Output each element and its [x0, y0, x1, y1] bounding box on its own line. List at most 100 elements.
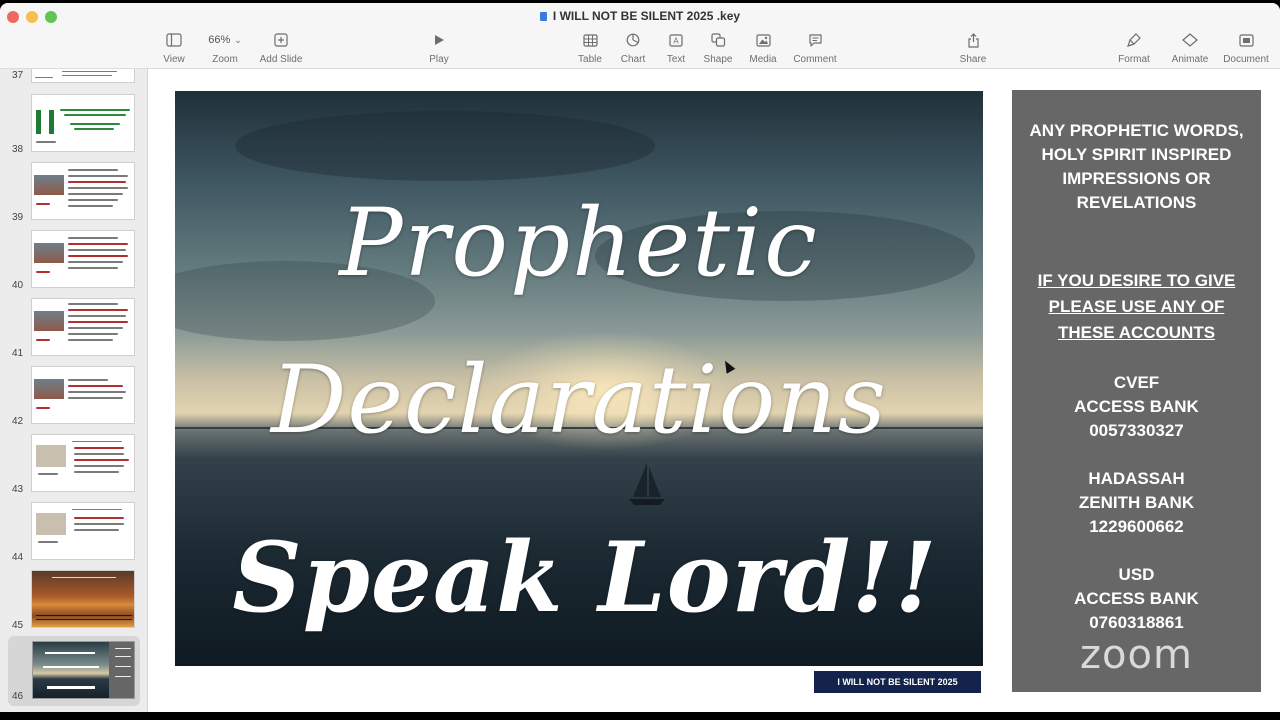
chart-button[interactable]: Chart	[617, 29, 649, 65]
slide-preview	[31, 570, 135, 628]
add-slide-button[interactable]: Add Slide	[257, 29, 305, 65]
chart-label: Chart	[620, 54, 646, 65]
chevron-down-icon: ⌄	[234, 34, 242, 45]
add-slide-label: Add Slide	[259, 54, 303, 65]
panel-line: IMPRESSIONS OR	[1062, 169, 1211, 188]
current-slide[interactable]: Prophetic Declarations Speak Lord!!	[175, 91, 983, 666]
table-label: Table	[578, 54, 602, 65]
document-label: Document	[1223, 54, 1269, 65]
document-button[interactable]: Document	[1220, 29, 1272, 65]
account-name: USD	[1118, 565, 1155, 584]
slide-navigator[interactable]: 37 38 39 40 41 42 43 44 45 46	[0, 69, 148, 712]
slide-number: 41	[12, 348, 24, 359]
media-icon	[755, 33, 771, 47]
zoom-dropdown[interactable]: 66% ⌄ Zoom	[203, 29, 247, 65]
slide-number: 39	[12, 212, 24, 223]
add-slide-icon	[274, 33, 288, 47]
media-button[interactable]: Media	[747, 29, 779, 65]
account-cvef: CVEF ACCESS BANK 0057330327	[1012, 371, 1261, 443]
comment-label: Comment	[793, 54, 837, 65]
share-button[interactable]: Share	[958, 29, 988, 65]
shape-label: Shape	[703, 54, 733, 65]
panel-line: HOLY SPIRIT INSPIRED	[1041, 145, 1232, 164]
play-button[interactable]: Play	[425, 29, 453, 65]
window-title: I WILL NOT BE SILENT 2025 .key	[0, 9, 1280, 23]
account-number: 1229600662	[1089, 517, 1184, 536]
slide-number: 43	[12, 484, 24, 495]
comment-icon	[808, 34, 822, 47]
slide-number: 37	[12, 70, 24, 81]
bank-name: ACCESS BANK	[1074, 589, 1199, 608]
table-button[interactable]: Table	[574, 29, 606, 65]
format-label: Format	[1118, 54, 1150, 65]
media-label: Media	[749, 54, 777, 65]
preview-text-line	[45, 652, 95, 654]
slide-number: 42	[12, 416, 24, 427]
zoom-logo: zoom	[1080, 632, 1193, 678]
slide-number: 40	[12, 280, 24, 291]
slide-preview	[31, 230, 135, 288]
photo-graphic	[34, 379, 64, 399]
event-banner: I WILL NOT BE SILENT 2025	[814, 671, 981, 693]
preview-text-line	[43, 666, 99, 668]
flag-stripe	[41, 110, 49, 134]
slide-number: 44	[12, 552, 24, 563]
account-name: HADASSAH	[1088, 469, 1185, 488]
share-icon	[967, 32, 979, 48]
text-box-icon: A	[669, 33, 683, 47]
share-label: Share	[959, 54, 987, 65]
shape-button[interactable]: Shape	[702, 29, 734, 65]
toolbar: I WILL NOT BE SILENT 2025 .key View 66% ⌄…	[0, 3, 1280, 69]
bank-name: ZENITH BANK	[1078, 493, 1195, 512]
slide-preview	[31, 298, 135, 356]
slide-number: 45	[12, 620, 24, 631]
photo-graphic	[34, 311, 64, 331]
slide-preview	[31, 69, 135, 83]
play-icon	[435, 35, 444, 45]
sailboat-icon	[629, 463, 665, 505]
format-button[interactable]: Format	[1115, 29, 1153, 65]
account-name: CVEF	[1113, 373, 1160, 392]
slide-title-prophetic: Prophetic	[339, 189, 819, 298]
animate-diamond-icon	[1182, 33, 1198, 47]
panel-line: PLEASE USE ANY OF	[1048, 297, 1225, 316]
scroll-graphic	[36, 445, 66, 467]
giving-instructions-text: IF YOU DESIRE TO GIVE PLEASE USE ANY OF …	[1012, 268, 1261, 346]
account-usd: USD ACCESS BANK 0760318861	[1012, 563, 1261, 635]
panel-line: THESE ACCOUNTS	[1057, 323, 1216, 342]
account-number: 0057330327	[1089, 421, 1184, 440]
slide-preview	[32, 641, 135, 699]
animate-label: Animate	[1171, 54, 1209, 65]
keynote-window: I WILL NOT BE SILENT 2025 .key View 66% ⌄…	[0, 3, 1280, 712]
view-button[interactable]: View	[160, 29, 188, 65]
text-label: Text	[666, 54, 686, 65]
zoom-info-panel: ANY PROPHETIC WORDS, HOLY SPIRIT INSPIRE…	[1012, 90, 1261, 692]
animate-button[interactable]: Animate	[1169, 29, 1211, 65]
slide-subtitle-speak-lord: Speak Lord!!	[232, 521, 938, 634]
sidebar-view-icon	[166, 33, 182, 47]
slide-preview	[31, 366, 135, 424]
slide-title-declarations: Declarations	[271, 346, 887, 455]
photo-graphic	[34, 243, 64, 263]
paintbrush-icon	[1127, 33, 1141, 47]
slide-preview	[31, 94, 135, 152]
zoom-value: 66%	[208, 34, 231, 46]
document-icon	[1238, 33, 1254, 47]
table-icon	[582, 33, 598, 47]
panel-line: REVELATIONS	[1076, 193, 1197, 212]
prophetic-words-text: ANY PROPHETIC WORDS, HOLY SPIRIT INSPIRE…	[1012, 119, 1261, 215]
slide-number: 38	[12, 144, 24, 155]
bank-name: ACCESS BANK	[1074, 397, 1199, 416]
slide-preview	[31, 162, 135, 220]
cloud-shape	[235, 111, 655, 181]
window-title-text: I WILL NOT BE SILENT 2025 .key	[552, 9, 741, 23]
panel-line: IF YOU DESIRE TO GIVE	[1037, 271, 1236, 290]
view-label: View	[163, 54, 185, 65]
play-label: Play	[429, 54, 449, 65]
comment-button[interactable]: Comment	[791, 29, 839, 65]
chart-icon	[626, 33, 640, 47]
sunset-preview	[33, 642, 109, 698]
slide-canvas[interactable]: Prophetic Declarations Speak Lord!! I WI…	[149, 69, 1280, 712]
account-hadassah: HADASSAH ZENITH BANK 1229600662	[1012, 467, 1261, 539]
text-button[interactable]: A Text	[663, 29, 689, 65]
